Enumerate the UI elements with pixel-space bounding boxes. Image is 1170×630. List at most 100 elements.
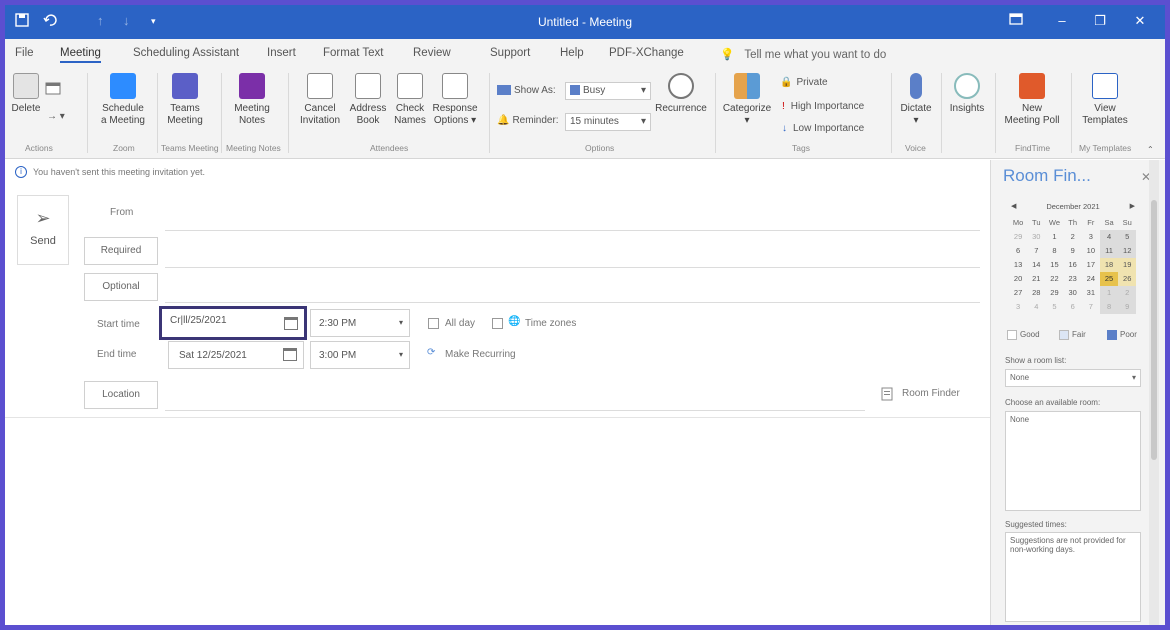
- collapse-ribbon-icon[interactable]: ⌃: [1147, 145, 1154, 154]
- calendar-day[interactable]: 5: [1118, 230, 1137, 244]
- ribbon-display-icon[interactable]: [1005, 11, 1027, 31]
- make-recurring-link[interactable]: Make Recurring: [445, 349, 516, 360]
- required-input-line[interactable]: [165, 267, 980, 268]
- calendar-day[interactable]: 23: [1064, 272, 1082, 286]
- send-button[interactable]: ➢ Send: [17, 195, 69, 265]
- response-options-button[interactable]: Response Options ▾: [429, 73, 481, 127]
- tab-help[interactable]: Help: [560, 47, 584, 59]
- calendar-day[interactable]: 4: [1099, 230, 1119, 244]
- time-zones-checkbox[interactable]: [492, 318, 503, 329]
- recurrence-button[interactable]: Recurrence: [653, 73, 709, 115]
- available-rooms-list[interactable]: None: [1005, 411, 1141, 511]
- optional-input-line[interactable]: [165, 302, 980, 303]
- calendar-day[interactable]: 9: [1118, 300, 1137, 314]
- calendar-day[interactable]: 28: [1027, 286, 1045, 300]
- tab-support[interactable]: Support: [490, 47, 530, 59]
- view-templates-button[interactable]: View Templates: [1077, 73, 1133, 127]
- calendar-day[interactable]: 8: [1045, 244, 1063, 258]
- message-body[interactable]: [5, 417, 990, 625]
- calendar-day[interactable]: 5: [1045, 300, 1063, 314]
- calendar-day[interactable]: 19: [1118, 258, 1137, 272]
- address-book-button[interactable]: Address Book: [347, 73, 389, 127]
- calendar-day[interactable]: 7: [1082, 300, 1100, 314]
- calendar-day[interactable]: 15: [1045, 258, 1063, 272]
- calendar-day[interactable]: 30: [1027, 230, 1045, 244]
- calendar-icon[interactable]: [283, 348, 297, 361]
- maximize-button[interactable]: ❐: [1089, 11, 1111, 31]
- calendar-day[interactable]: 25: [1099, 272, 1119, 286]
- calendar-day[interactable]: 12: [1118, 244, 1137, 258]
- tab-format-text[interactable]: Format Text: [323, 47, 384, 59]
- all-day-checkbox[interactable]: [428, 318, 439, 329]
- calendar-day[interactable]: 18: [1099, 258, 1119, 272]
- next-month-arrow-icon[interactable]: ▶: [1130, 202, 1135, 210]
- calendar-day[interactable]: 20: [1009, 272, 1027, 286]
- check-names-button[interactable]: Check Names: [391, 73, 429, 127]
- low-importance-button[interactable]: ↓ Low Importance: [782, 123, 864, 134]
- calendar-day[interactable]: 2: [1064, 230, 1082, 244]
- previous-month-arrow-icon[interactable]: ◀: [1011, 202, 1016, 210]
- tab-insert[interactable]: Insert: [267, 47, 296, 59]
- start-time-select[interactable]: 2:30 PM ▾: [310, 309, 410, 337]
- calendar-day[interactable]: 21: [1027, 272, 1045, 286]
- reminder-select[interactable]: 15 minutes ▾: [565, 113, 651, 131]
- calendar-day[interactable]: 8: [1099, 300, 1119, 314]
- new-meeting-poll-button[interactable]: New Meeting Poll: [999, 73, 1065, 127]
- calendar-day[interactable]: 22: [1045, 272, 1063, 286]
- calendar-day[interactable]: 4: [1027, 300, 1045, 314]
- calendar-day[interactable]: 3: [1009, 300, 1027, 314]
- calendar-day[interactable]: 17: [1082, 258, 1100, 272]
- calendar-day[interactable]: 16: [1064, 258, 1082, 272]
- calendar-day[interactable]: 13: [1009, 258, 1027, 272]
- calendar-day[interactable]: 31: [1082, 286, 1100, 300]
- schedule-meeting-button[interactable]: Schedule a Meeting: [93, 73, 153, 127]
- calendar-day[interactable]: 1: [1045, 230, 1063, 244]
- cancel-invitation-button[interactable]: Cancel Invitation: [295, 73, 345, 127]
- calendar-day[interactable]: 2: [1118, 286, 1137, 300]
- calendar-day[interactable]: 6: [1009, 244, 1027, 258]
- dictate-button[interactable]: Dictate ▾: [895, 73, 937, 127]
- calendar-day[interactable]: 11: [1099, 244, 1119, 258]
- show-as-select[interactable]: Busy ▾: [565, 82, 651, 100]
- calendar-day[interactable]: 29: [1045, 286, 1063, 300]
- required-button[interactable]: Required: [84, 237, 158, 265]
- tab-review[interactable]: Review: [413, 47, 451, 59]
- categorize-button[interactable]: Categorize ▾: [721, 73, 773, 127]
- tab-file[interactable]: File: [15, 47, 34, 59]
- insights-button[interactable]: Insights: [945, 73, 989, 115]
- from-label[interactable]: From: [110, 207, 133, 218]
- room-list-select[interactable]: None ▾: [1005, 369, 1141, 387]
- calendar-day[interactable]: 6: [1064, 300, 1082, 314]
- start-date-input[interactable]: Cr|ll/25/2021: [159, 306, 307, 340]
- calendar-day[interactable]: 26: [1118, 272, 1137, 286]
- calendar-day[interactable]: 29: [1009, 230, 1027, 244]
- teams-meeting-button[interactable]: Teams Meeting: [160, 73, 210, 127]
- calendar-day[interactable]: 1: [1099, 286, 1119, 300]
- forward-icon[interactable]: → ▾: [47, 111, 65, 122]
- close-button[interactable]: ✕: [1129, 11, 1151, 31]
- delete-button[interactable]: Delete: [11, 73, 41, 115]
- end-date-input[interactable]: Sat 12/25/2021: [168, 341, 304, 369]
- calendar-icon[interactable]: [284, 317, 298, 330]
- calendar-day[interactable]: 9: [1064, 244, 1082, 258]
- meeting-notes-button[interactable]: Meeting Notes: [227, 73, 277, 127]
- minimize-button[interactable]: –: [1051, 11, 1073, 31]
- scrollbar-thumb[interactable]: [1151, 200, 1157, 460]
- high-importance-button[interactable]: ! High Importance: [782, 101, 864, 112]
- private-button[interactable]: 🔒 Private: [780, 77, 828, 88]
- tab-scheduling-assistant[interactable]: Scheduling Assistant: [133, 47, 239, 59]
- calendar-day[interactable]: 30: [1064, 286, 1082, 300]
- room-option[interactable]: None: [1010, 415, 1029, 424]
- calendar-icon[interactable]: [45, 81, 61, 98]
- calendar-day[interactable]: 27: [1009, 286, 1027, 300]
- calendar-day[interactable]: 24: [1082, 272, 1100, 286]
- tell-me-search[interactable]: 💡 Tell me what you want to do: [720, 47, 886, 61]
- end-time-select[interactable]: 3:00 PM ▾: [310, 341, 410, 369]
- tab-meeting[interactable]: Meeting: [60, 47, 101, 63]
- calendar-day[interactable]: 7: [1027, 244, 1045, 258]
- optional-button[interactable]: Optional: [84, 273, 158, 301]
- location-button[interactable]: Location: [84, 381, 158, 409]
- location-input-line[interactable]: [165, 410, 865, 411]
- room-finder-button[interactable]: Room Finder: [902, 388, 960, 399]
- calendar-day[interactable]: 3: [1082, 230, 1100, 244]
